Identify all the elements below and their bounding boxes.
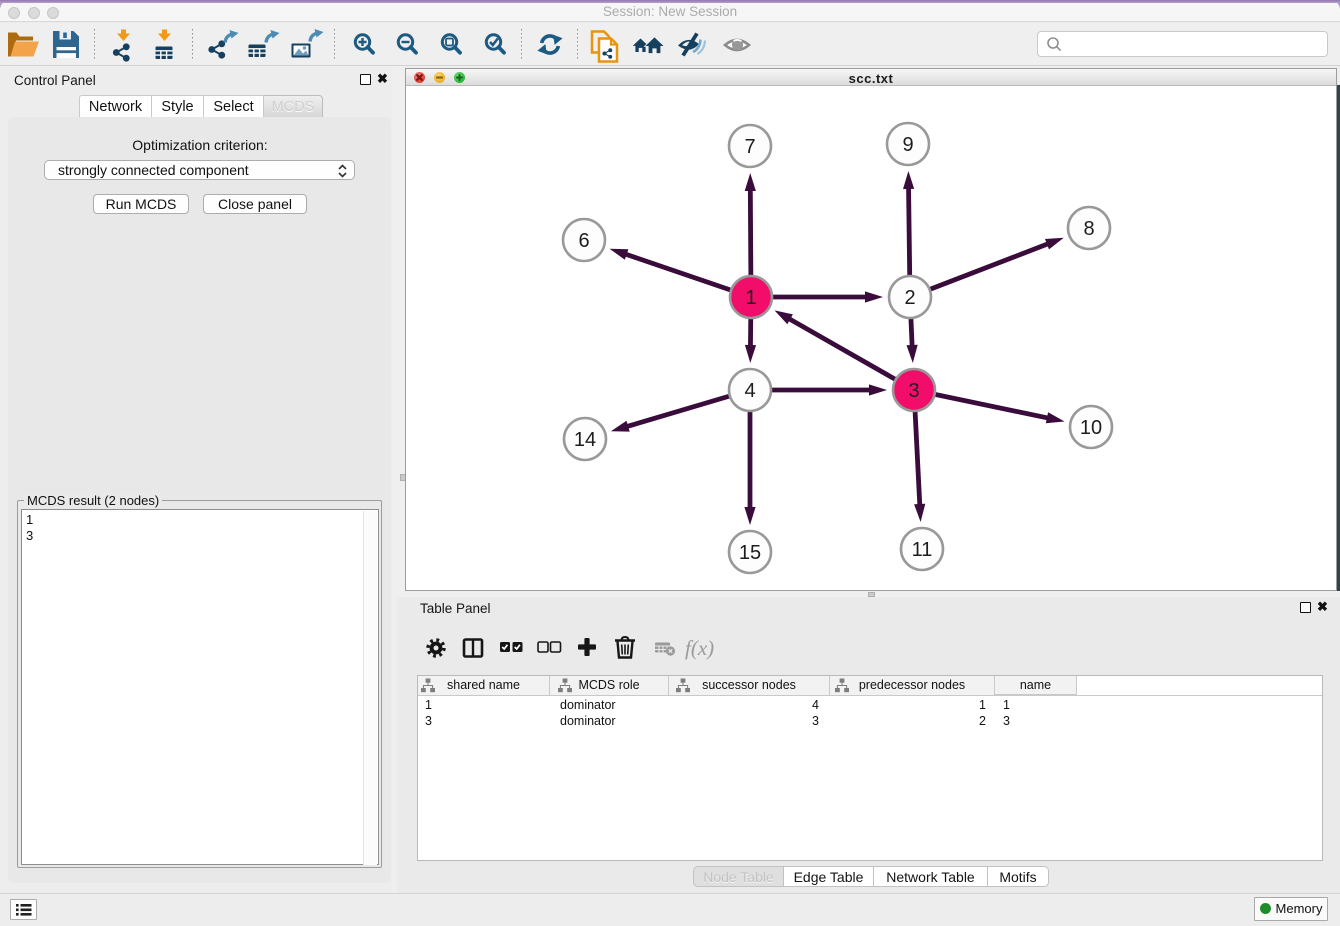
svg-text:2: 2 [904,287,915,309]
svg-text:11: 11 [912,539,933,561]
svg-text:6: 6 [578,230,589,252]
svg-text:1: 1 [745,287,756,309]
svg-text:3: 3 [908,380,919,402]
svg-text:15: 15 [739,542,761,564]
svg-text:8: 8 [1083,218,1094,240]
svg-text:9: 9 [902,134,913,156]
svg-text:14: 14 [574,429,596,451]
svg-text:4: 4 [744,380,755,402]
svg-text:10: 10 [1080,417,1102,439]
svg-text:7: 7 [744,136,755,158]
svg-text:f(x): f(x) [685,636,714,660]
